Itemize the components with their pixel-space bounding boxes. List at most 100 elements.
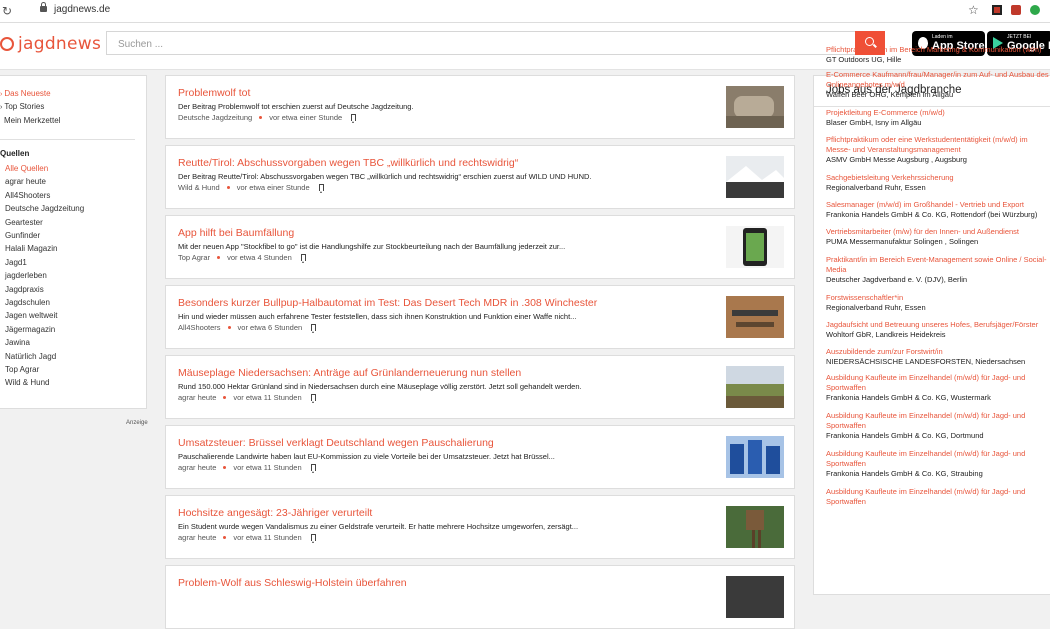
lock-icon[interactable] bbox=[40, 2, 47, 12]
job-item[interactable]: E-Commerce Kaufmann/frau/Manager/in zum … bbox=[826, 70, 1050, 100]
news-thumbnail[interactable] bbox=[726, 226, 784, 268]
job-item[interactable]: Vertriebsmitarbeiter (m/w) für den Innen… bbox=[826, 227, 1050, 247]
job-title[interactable]: Pflichtpraktikanten im Bereich Marketing… bbox=[826, 45, 1050, 55]
search-input[interactable]: Suchen ... bbox=[106, 31, 856, 55]
news-card[interactable]: Problemwolf tot Der Beitrag Problemwolf t… bbox=[165, 75, 795, 139]
source-item[interactable]: Jagen weltweit bbox=[5, 311, 57, 320]
bookmark-icon[interactable] bbox=[318, 184, 324, 193]
job-item[interactable]: Ausbildung Kaufleute im Einzelhandel (m/… bbox=[826, 487, 1050, 507]
source-item[interactable]: Wild & Hund bbox=[5, 378, 49, 387]
source-item[interactable]: agrar heute bbox=[5, 177, 46, 186]
job-item[interactable]: Sachgebietsleitung Verkehrssicherung Regi… bbox=[826, 173, 1050, 193]
job-title[interactable]: Vertriebsmitarbeiter (m/w) für den Innen… bbox=[826, 227, 1050, 237]
nav-item-das-neueste[interactable]: › Das Neueste bbox=[0, 89, 51, 98]
source-item[interactable]: Deutsche Jagdzeitung bbox=[5, 204, 84, 213]
bookmark-icon[interactable] bbox=[310, 394, 316, 403]
job-title[interactable]: Praktikant/in im Bereich Event-Managemen… bbox=[826, 255, 1050, 275]
news-thumbnail[interactable] bbox=[726, 576, 784, 618]
job-title[interactable]: Ausbildung Kaufleute im Einzelhandel (m/… bbox=[826, 449, 1050, 469]
job-title[interactable]: Forstwissenschaftler*in bbox=[826, 293, 1050, 303]
extension-shield-icon[interactable] bbox=[1011, 5, 1021, 15]
job-company: Frankonia Handels GmbH & Co. KG, Straubi… bbox=[826, 469, 983, 478]
news-title[interactable]: Besonders kurzer Bullpup-Halbautomat im … bbox=[178, 297, 597, 309]
news-card[interactable]: Problem-Wolf aus Schleswig-Holstein über… bbox=[165, 565, 795, 629]
news-title[interactable]: Problem-Wolf aus Schleswig-Holstein über… bbox=[178, 577, 407, 589]
nav-item-top-stories[interactable]: › Top Stories bbox=[0, 102, 44, 111]
bookmark-icon[interactable] bbox=[310, 464, 316, 473]
job-item[interactable]: Ausbildung Kaufleute im Einzelhandel (m/… bbox=[826, 373, 1050, 403]
bookmark-icon[interactable] bbox=[310, 534, 316, 543]
source-item[interactable]: Jagdpraxis bbox=[5, 285, 44, 294]
news-card[interactable]: Hochsitze angesägt: 23-Jähriger verurtei… bbox=[165, 495, 795, 559]
job-title[interactable]: Ausbildung Kaufleute im Einzelhandel (m/… bbox=[826, 411, 1050, 431]
news-source[interactable]: Top Agrar bbox=[178, 253, 210, 262]
job-title[interactable]: Jagdaufsicht und Betreuung unseres Hofes… bbox=[826, 320, 1050, 330]
news-title[interactable]: Hochsitze angesägt: 23-Jähriger verurtei… bbox=[178, 507, 372, 519]
news-thumbnail[interactable] bbox=[726, 506, 784, 548]
job-title[interactable]: E-Commerce Kaufmann/frau/Manager/in zum … bbox=[826, 70, 1050, 90]
bookmark-star-icon[interactable]: ☆ bbox=[968, 3, 979, 17]
news-snippet: Der Beitrag Reutte/Tirol: Abschussvorgab… bbox=[178, 172, 592, 181]
source-item[interactable]: Geartester bbox=[5, 218, 43, 227]
job-title[interactable]: Pflichtpraktikum oder eine Werkstudenten… bbox=[826, 135, 1050, 155]
news-title[interactable]: Reutte/Tirol: Abschussvorgaben wegen TBC… bbox=[178, 157, 518, 169]
news-thumbnail[interactable] bbox=[726, 156, 784, 198]
news-source[interactable]: agrar heute bbox=[178, 463, 216, 472]
source-item[interactable]: Halali Magazin bbox=[5, 244, 57, 253]
source-item[interactable]: Jägermagazin bbox=[5, 325, 55, 334]
news-thumbnail[interactable] bbox=[726, 296, 784, 338]
news-title[interactable]: App hilft bei Baumfällung bbox=[178, 227, 294, 239]
job-title[interactable]: Auszubildende zum/zur Forstwirt/in bbox=[826, 347, 1050, 357]
bookmark-icon[interactable] bbox=[311, 324, 317, 333]
nav-item-merkzettel[interactable]: Mein Merkzettel bbox=[4, 116, 60, 125]
job-item[interactable]: Ausbildung Kaufleute im Einzelhandel (m/… bbox=[826, 449, 1050, 479]
source-item[interactable]: jagderleben bbox=[5, 271, 47, 280]
news-source[interactable]: agrar heute bbox=[178, 533, 216, 542]
news-card[interactable]: Umsatzsteuer: Brüssel verklagt Deutschla… bbox=[165, 425, 795, 489]
news-thumbnail[interactable] bbox=[726, 366, 784, 408]
source-item[interactable]: Top Agrar bbox=[5, 365, 39, 374]
news-thumbnail[interactable] bbox=[726, 86, 784, 128]
source-item[interactable]: All4Shooters bbox=[5, 191, 50, 200]
reload-icon[interactable]: ↻ bbox=[2, 4, 12, 18]
site-logo[interactable]: jagdnews bbox=[0, 31, 101, 57]
news-source[interactable]: Deutsche Jagdzeitung bbox=[178, 113, 252, 122]
news-card[interactable]: Mäuseplage Niedersachsen: Anträge auf Gr… bbox=[165, 355, 795, 419]
job-title[interactable]: Projektleitung E-Commerce (m/w/d) bbox=[826, 108, 1050, 118]
extension-green-icon[interactable] bbox=[1030, 5, 1040, 15]
job-item[interactable]: Salesmanager (m/w/d) im Großhandel - Ver… bbox=[826, 200, 1050, 220]
job-item[interactable]: Forstwissenschaftler*in Regionalverband R… bbox=[826, 293, 1050, 313]
job-title[interactable]: Salesmanager (m/w/d) im Großhandel - Ver… bbox=[826, 200, 1050, 210]
job-item[interactable]: Projektleitung E-Commerce (m/w/d) Blaser … bbox=[826, 108, 1050, 128]
news-title[interactable]: Problemwolf tot bbox=[178, 87, 250, 99]
news-source[interactable]: All4Shooters bbox=[178, 323, 221, 332]
news-snippet: Pauschalierende Landwirte haben laut EU-… bbox=[178, 452, 555, 461]
source-item[interactable]: Gunfinder bbox=[5, 231, 40, 240]
job-item[interactable]: Praktikant/in im Bereich Event-Managemen… bbox=[826, 255, 1050, 285]
news-thumbnail[interactable] bbox=[726, 436, 784, 478]
bookmark-icon[interactable] bbox=[300, 254, 306, 263]
news-title[interactable]: Mäuseplage Niedersachsen: Anträge auf Gr… bbox=[178, 367, 521, 379]
job-item[interactable]: Ausbildung Kaufleute im Einzelhandel (m/… bbox=[826, 411, 1050, 441]
news-card[interactable]: App hilft bei Baumfällung Mit der neuen A… bbox=[165, 215, 795, 279]
news-card[interactable]: Reutte/Tirol: Abschussvorgaben wegen TBC… bbox=[165, 145, 795, 209]
source-item[interactable]: Jagd1 bbox=[5, 258, 27, 267]
source-item[interactable]: Jagdschulen bbox=[5, 298, 50, 307]
job-title[interactable]: Sachgebietsleitung Verkehrssicherung bbox=[826, 173, 1050, 183]
address-bar[interactable]: jagdnews.de bbox=[54, 4, 110, 15]
source-item[interactable]: Alle Quellen bbox=[5, 164, 48, 173]
news-source[interactable]: Wild & Hund bbox=[178, 183, 220, 192]
news-card[interactable]: Besonders kurzer Bullpup-Halbautomat im … bbox=[165, 285, 795, 349]
source-item[interactable]: Jawina bbox=[5, 338, 30, 347]
job-item[interactable]: Pflichtpraktikum oder eine Werkstudenten… bbox=[826, 135, 1050, 165]
job-item[interactable]: Jagdaufsicht und Betreuung unseres Hofes… bbox=[826, 320, 1050, 340]
news-title[interactable]: Umsatzsteuer: Brüssel verklagt Deutschla… bbox=[178, 437, 494, 449]
news-source[interactable]: agrar heute bbox=[178, 393, 216, 402]
job-item[interactable]: Pflichtpraktikanten im Bereich Marketing… bbox=[826, 45, 1050, 65]
job-title[interactable]: Ausbildung Kaufleute im Einzelhandel (m/… bbox=[826, 487, 1050, 507]
source-item[interactable]: Natürlich Jagd bbox=[5, 352, 56, 361]
job-title[interactable]: Ausbildung Kaufleute im Einzelhandel (m/… bbox=[826, 373, 1050, 393]
bookmark-icon[interactable] bbox=[351, 114, 357, 123]
extension-icon[interactable] bbox=[992, 5, 1002, 15]
job-item[interactable]: Auszubildende zum/zur Forstwirt/in NIEDER… bbox=[826, 347, 1050, 367]
